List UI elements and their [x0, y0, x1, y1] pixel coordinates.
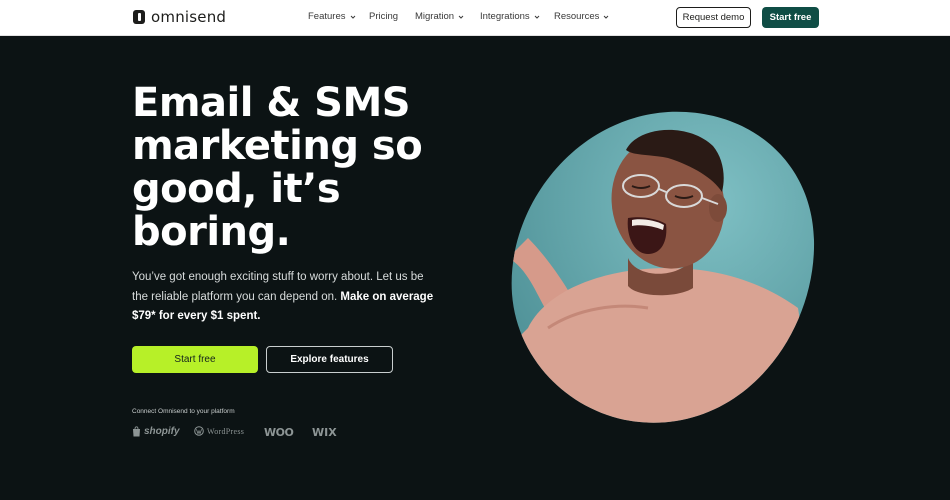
omnisend-logo[interactable]: omnisend	[133, 8, 226, 26]
wordpress-icon	[194, 426, 204, 436]
nav-item-migration[interactable]: Migration	[415, 11, 464, 22]
omnisend-logo-icon	[133, 10, 145, 24]
chevron-down-icon	[534, 15, 540, 19]
hero-title-line: boring.	[132, 209, 291, 255]
nav-item-label: Pricing	[369, 11, 399, 22]
woo-logo[interactable]: WOO	[264, 426, 294, 439]
explore-features-button[interactable]: Explore features	[266, 346, 393, 373]
start-free-hero-button[interactable]: Start free	[132, 346, 258, 373]
hero-title-line: good, it’s	[132, 166, 341, 212]
logo-text: omnisend	[151, 8, 227, 26]
hero-title-line: Email & SMS	[132, 80, 411, 126]
chevron-down-icon	[458, 15, 464, 19]
nav-item-features[interactable]: Features	[308, 11, 356, 22]
hero-title-line: marketing so	[132, 123, 423, 169]
wix-logo[interactable]: WIX	[312, 426, 337, 439]
top-navigation-bar: omnisend Features Pricing Migration Inte…	[0, 0, 950, 36]
nav-item-resources[interactable]: Resources	[554, 11, 609, 22]
hero-image	[511, 111, 815, 423]
nav-item-label: Migration	[415, 11, 455, 22]
shopify-logo[interactable]: shopify	[132, 426, 180, 437]
nav-item-label: Features	[308, 11, 346, 22]
shopify-bag-icon	[133, 426, 140, 437]
wordpress-logo-text: WordPress	[207, 426, 245, 436]
nav-item-label: Integrations	[480, 11, 530, 22]
nav-item-integrations[interactable]: Integrations	[480, 11, 540, 22]
shopify-logo-text: shopify	[144, 426, 180, 437]
connect-platform-label: Connect Omnisend to your platform	[132, 408, 235, 415]
wordpress-logo[interactable]: WordPress	[194, 426, 244, 436]
request-demo-button[interactable]: Request demo	[676, 7, 751, 28]
nav-item-pricing[interactable]: Pricing	[369, 11, 398, 22]
hero-subtitle: You’ve got enough exciting stuff to worr…	[132, 268, 442, 327]
hero-title: Email & SMS marketing so good, it’s bori…	[132, 82, 462, 254]
start-free-header-button[interactable]: Start free	[762, 7, 819, 28]
chevron-down-icon	[350, 15, 355, 19]
chevron-down-icon	[604, 15, 609, 19]
nav-item-label: Resources	[554, 11, 600, 22]
